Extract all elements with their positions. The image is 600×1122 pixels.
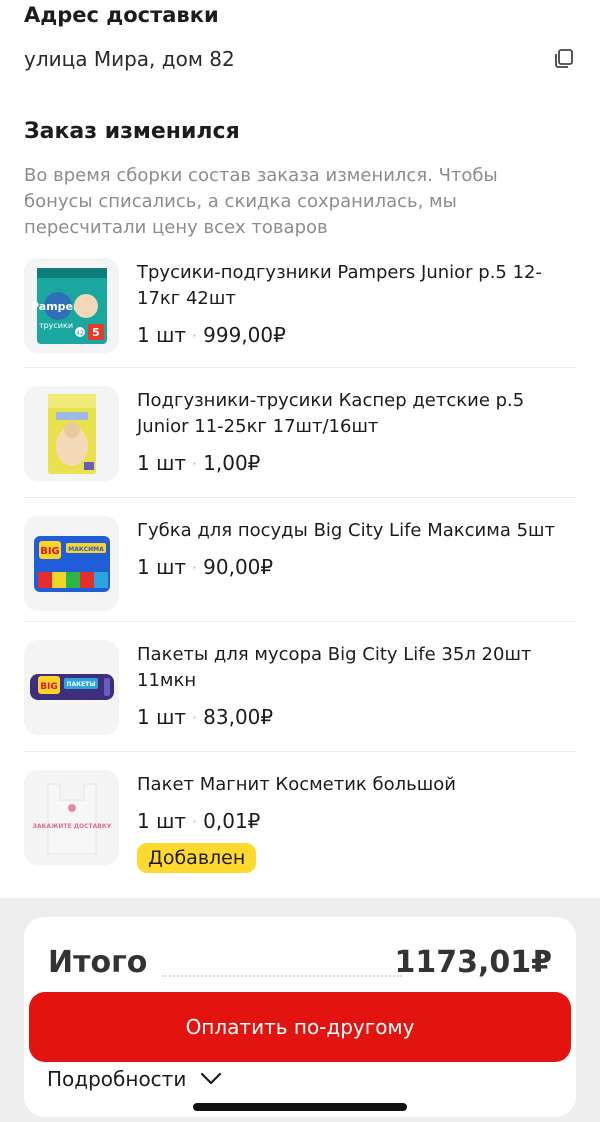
product-image-garbage-bags: BIG ПАКЕТЫ bbox=[24, 640, 119, 735]
details-toggle[interactable]: Подробности bbox=[47, 1067, 222, 1091]
product-name: Трусики-подгузники Pampers Junior р.5 12… bbox=[137, 262, 542, 309]
product-price: 90,00₽ bbox=[203, 555, 274, 579]
order-items-list: Pampers трусики 5 42 Трусики-подгузники … bbox=[24, 252, 576, 892]
separator-dot: · bbox=[192, 557, 198, 577]
product-image-kasper bbox=[24, 386, 119, 481]
product-qty: 1 шт bbox=[137, 809, 187, 833]
svg-text:BIG: BIG bbox=[40, 682, 58, 692]
svg-text:ПАКЕТЫ: ПАКЕТЫ bbox=[67, 681, 96, 688]
product-name: Подгузники-трусики Каспер детские р.5 Ju… bbox=[137, 390, 525, 437]
order-changed-title: Заказ изменился bbox=[24, 119, 240, 144]
product-qty: 1 шт bbox=[137, 555, 187, 579]
svg-text:МАКСИМА: МАКСИМА bbox=[68, 546, 104, 553]
separator-dot: · bbox=[192, 325, 198, 345]
separator-dot: · bbox=[192, 811, 198, 831]
svg-text:ЗАКАЖИТЕ ДОСТАВКУ: ЗАКАЖИТЕ ДОСТАВКУ bbox=[33, 823, 112, 830]
pay-another-way-button[interactable]: Оплатить по-другому bbox=[29, 992, 571, 1062]
delivery-address-row: улица Мира, дом 82 bbox=[24, 45, 576, 73]
product-name: Пакет Магнит Косметик большой bbox=[137, 774, 456, 795]
product-price: 999,00₽ bbox=[203, 323, 286, 347]
list-item[interactable]: BIG ПАКЕТЫ Пакеты для мусора Big City Li… bbox=[24, 622, 576, 752]
svg-text:трусики: трусики bbox=[39, 321, 73, 330]
product-image-pampers: Pampers трусики 5 42 bbox=[24, 258, 119, 353]
svg-text:5: 5 bbox=[92, 326, 100, 339]
svg-text:42: 42 bbox=[76, 330, 84, 337]
product-qty: 1 шт bbox=[137, 451, 187, 475]
order-sheet: Адрес доставки улица Мира, дом 82 Заказ … bbox=[0, 0, 600, 1122]
details-label: Подробности bbox=[47, 1067, 187, 1091]
list-item[interactable]: Pampers трусики 5 42 Трусики-подгузники … bbox=[24, 252, 576, 368]
product-qty: 1 шт bbox=[137, 705, 187, 729]
total-sum: 1173,01₽ bbox=[394, 945, 552, 980]
product-image-magnit-bag: ЗАКАЖИТЕ ДОСТАВКУ bbox=[24, 770, 119, 865]
total-dotted-leader bbox=[162, 975, 402, 977]
product-price: 0,01₽ bbox=[203, 809, 261, 833]
delivery-address-title: Адрес доставки bbox=[24, 3, 219, 27]
product-image-sponge: BIG МАКСИМА bbox=[24, 516, 119, 611]
total-card: Итого 1173,01₽ Оплатить по-другому Подро… bbox=[24, 917, 576, 1117]
total-label: Итого bbox=[48, 945, 148, 980]
order-changed-description: Во время сборки состав заказа изменился.… bbox=[24, 165, 498, 238]
copy-icon[interactable] bbox=[552, 47, 576, 71]
list-item[interactable]: ЗАКАЖИТЕ ДОСТАВКУ Пакет Магнит Косметик … bbox=[24, 752, 576, 892]
list-item[interactable]: BIG МАКСИМА Губка для посуды Big City Li… bbox=[24, 498, 576, 622]
product-name: Пакеты для мусора Big City Life 35л 20шт… bbox=[137, 644, 532, 691]
product-name: Губка для посуды Big City Life Максима 5… bbox=[137, 520, 555, 541]
list-item[interactable]: Подгузники-трусики Каспер детские р.5 Ju… bbox=[24, 368, 576, 498]
product-price: 83,00₽ bbox=[203, 705, 274, 729]
separator-dot: · bbox=[192, 453, 198, 473]
product-qty: 1 шт bbox=[137, 323, 187, 347]
added-badge: Добавлен bbox=[137, 843, 257, 873]
separator-dot: · bbox=[192, 707, 198, 727]
chevron-down-icon bbox=[201, 1072, 222, 1085]
home-indicator[interactable] bbox=[193, 1103, 407, 1111]
svg-text:BIG: BIG bbox=[40, 546, 60, 557]
delivery-address-value: улица Мира, дом 82 bbox=[24, 47, 235, 71]
product-price: 1,00₽ bbox=[203, 451, 261, 475]
